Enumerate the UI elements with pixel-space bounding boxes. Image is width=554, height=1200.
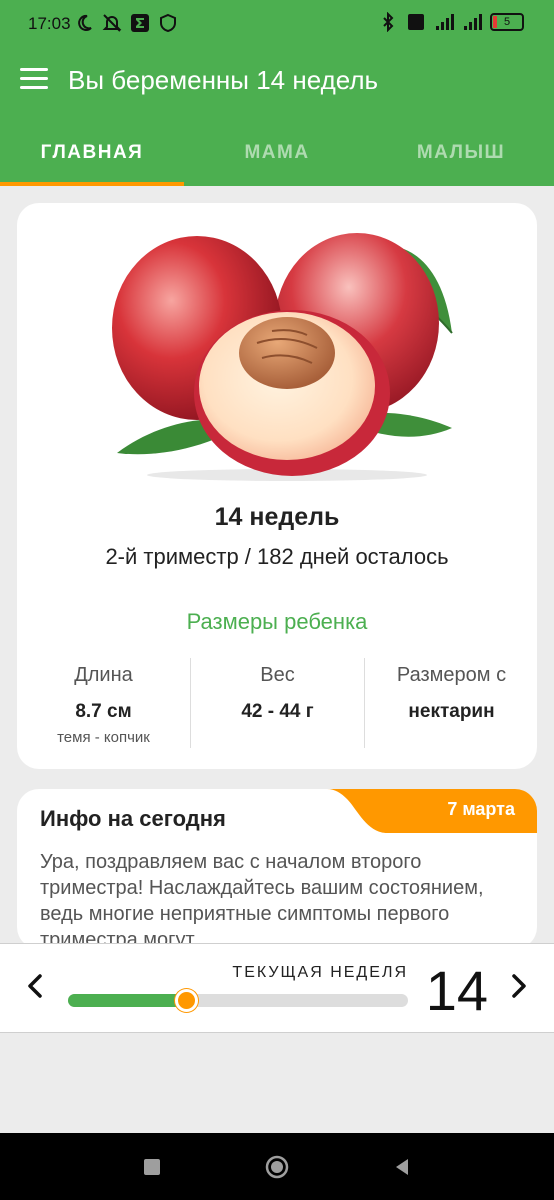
page-title: Вы беременны 14 недель	[68, 65, 379, 95]
current-week-label: ТЕКУЩАЯ НЕДЕЛЯ	[232, 964, 408, 981]
tab-mom[interactable]: МАМА	[185, 112, 369, 186]
battery-icon: 5	[490, 13, 524, 31]
bluetooth-icon	[383, 12, 394, 32]
stat-weight: Вес 42 - 44 г	[191, 658, 364, 748]
battery-level: 5	[503, 16, 511, 28]
home-circle-icon[interactable]	[265, 1155, 289, 1179]
week-selector: ТЕКУЩАЯ НЕДЕЛЯ 14	[0, 943, 554, 1033]
status-left-icons	[74, 13, 178, 33]
week-progress-slider[interactable]	[68, 989, 408, 1012]
back-triangle-icon[interactable]	[390, 1155, 414, 1179]
signal-4g-icon	[436, 14, 454, 30]
week-progress-thumb[interactable]	[175, 989, 198, 1012]
status-time: 17:03	[28, 14, 71, 33]
menu-icon[interactable]	[20, 68, 48, 92]
volte-icon	[408, 14, 424, 30]
app-bar: Вы беременны 14 недель	[0, 50, 554, 112]
stat-value: нектарин	[408, 701, 495, 722]
stat-sub: темя - копчик	[57, 729, 150, 746]
info-title: Инфо на сегодня	[40, 806, 226, 831]
system-nav-bar	[0, 1133, 554, 1200]
next-week-chevron-right-icon[interactable]	[504, 966, 534, 1006]
tab-bar: ГЛАВНАЯ МАМА МАЛЫШ	[0, 112, 554, 186]
date-text: 7 марта	[447, 799, 515, 819]
stat-label: Размером с	[396, 664, 507, 686]
stat-label: Длина	[74, 664, 133, 686]
sigma-app-icon	[131, 14, 149, 32]
info-card[interactable]: 7 марта Инфо на сегодня Ура, поздравляем…	[17, 789, 537, 949]
shield-icon	[160, 13, 176, 33]
baby-size-card: 14 недель 2-й триместр / 182 дней остало…	[17, 203, 537, 769]
tab-indicator	[0, 182, 184, 186]
stat-label: Вес	[260, 664, 295, 686]
weeks-heading: 14 недель	[214, 503, 340, 531]
date-badge: 7 марта	[327, 789, 537, 833]
status-right-icons: 5	[378, 12, 524, 32]
signal-icon	[464, 14, 482, 30]
nectarine-image	[112, 233, 453, 481]
status-bar: 17:03 5	[0, 0, 554, 50]
info-text: Ура, поздравляем вас с началом второго т…	[40, 851, 484, 949]
trimester-text: 2-й триместр / 182 дней осталось	[105, 544, 449, 569]
baby-stats: Длина 8.7 см темя - копчик Вес 42 - 44 г…	[17, 658, 537, 748]
current-week-number: 14	[425, 959, 488, 1022]
previous-week-chevron-left-icon[interactable]	[20, 966, 50, 1006]
stat-value: 8.7 см	[75, 701, 132, 722]
baby-sizes-title: Размеры ребенка	[186, 609, 368, 634]
stat-size-like: Размером с нектарин	[365, 658, 537, 748]
recents-square-icon[interactable]	[140, 1155, 164, 1179]
tab-main[interactable]: ГЛАВНАЯ	[0, 112, 184, 186]
tab-baby[interactable]: МАЛЫШ	[369, 112, 553, 186]
stat-value: 42 - 44 г	[241, 701, 314, 722]
moon-icon	[78, 14, 92, 31]
stat-length: Длина 8.7 см темя - копчик	[17, 658, 190, 748]
muted-alarm-icon	[102, 14, 122, 32]
week-progress-fill	[68, 994, 187, 1007]
